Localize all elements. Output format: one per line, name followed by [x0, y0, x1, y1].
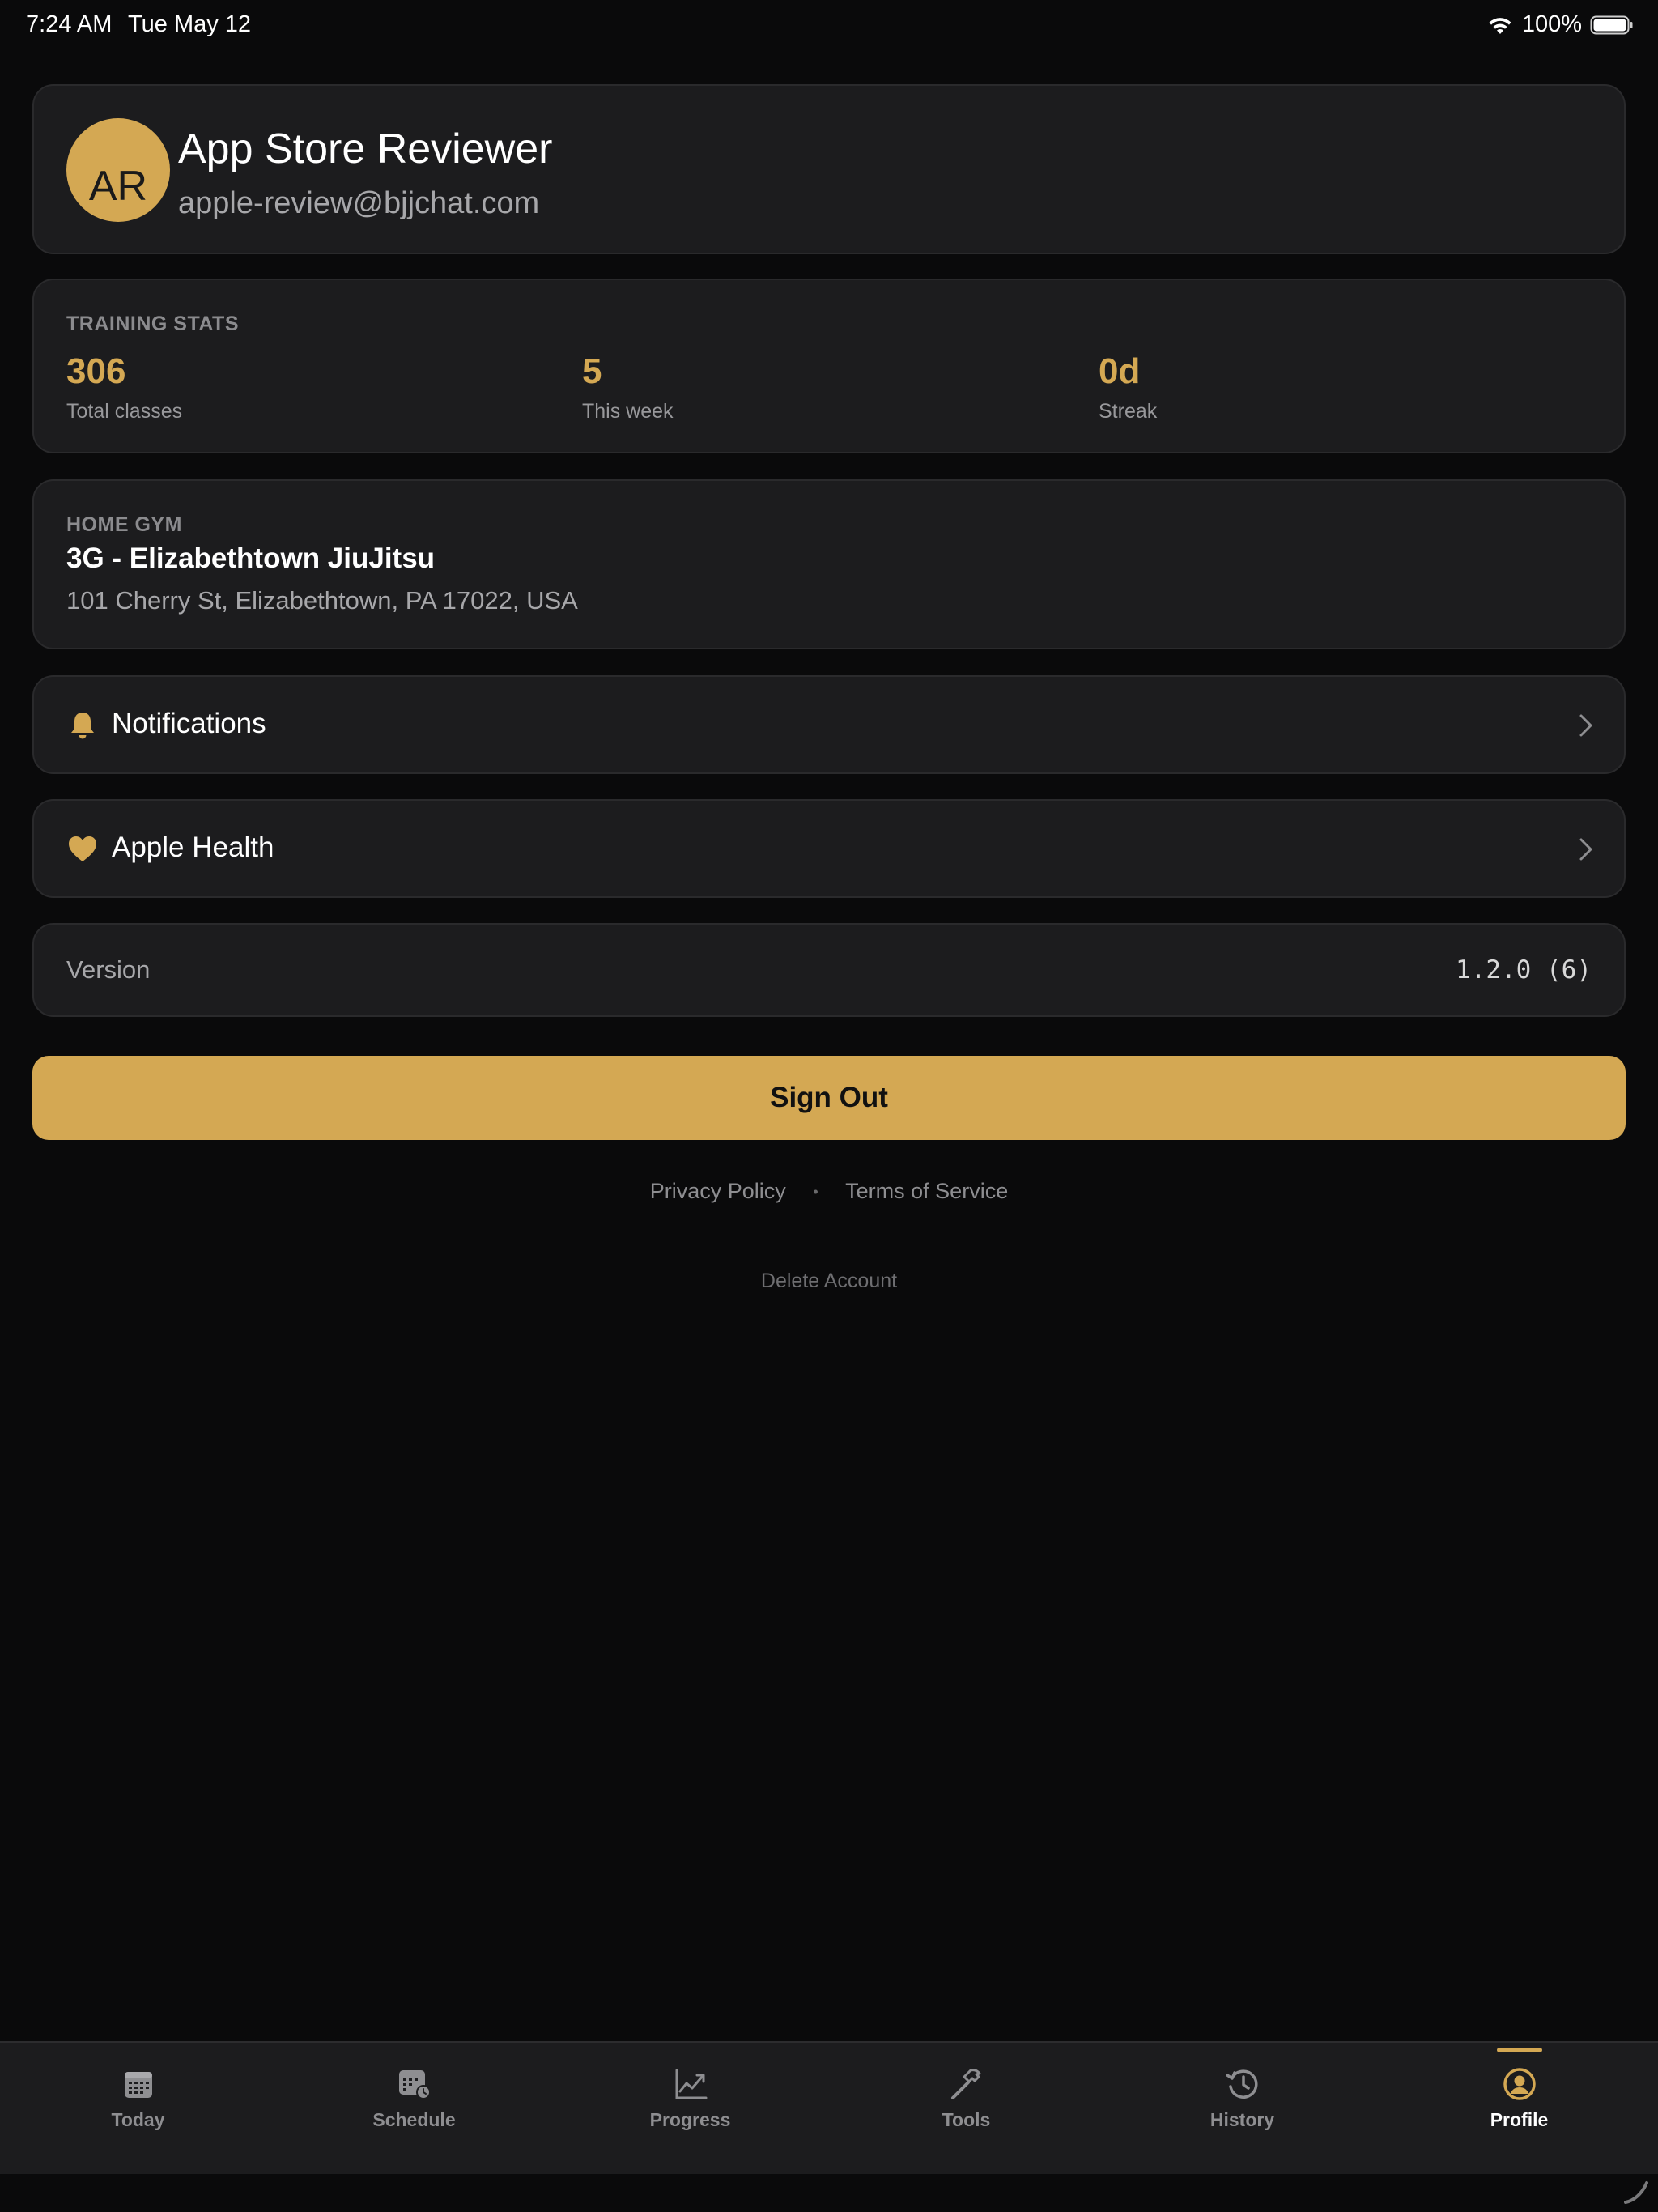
gym-name: 3G - Elizabethtown JiuJitsu	[66, 542, 436, 574]
footer-separator: •	[813, 1184, 818, 1201]
heart-icon	[69, 836, 96, 861]
chart-icon	[675, 2069, 707, 2099]
wifi-icon	[1489, 17, 1511, 34]
version-label: Version	[66, 955, 151, 984]
bell-icon	[71, 713, 94, 739]
tab-bar: Today Schedule Progress Tools History Pr…	[0, 2041, 1658, 2174]
tab-profile[interactable]: Profile	[1381, 2043, 1657, 2176]
status-time: 7:24 AM	[26, 11, 113, 37]
tab-label: Today	[111, 2109, 165, 2130]
tab-history[interactable]: History	[1104, 2043, 1380, 2176]
tab-label: Profile	[1490, 2109, 1549, 2130]
chevron-right-icon	[1579, 714, 1592, 737]
version-card: Version 1.2.0 (6)	[32, 923, 1626, 1017]
training-stats-card: TRAINING STATS 306 Total classes 5 This …	[32, 279, 1626, 453]
sign-out-button[interactable]: Sign Out	[32, 1056, 1626, 1140]
hammer-icon	[950, 2069, 980, 2099]
stat-this-week: 5 This week	[582, 351, 674, 423]
home-gym-card: HOME GYM 3G - Elizabethtown JiuJitsu 101…	[32, 479, 1626, 649]
status-bar: 7:24 AM Tue May 12 100%	[0, 0, 1658, 52]
battery-icon	[1590, 15, 1633, 34]
status-indicators: 100%	[1486, 11, 1634, 38]
apple-health-row[interactable]: Apple Health	[32, 799, 1626, 898]
schedule-icon	[398, 2070, 431, 2099]
version-value: 1.2.0 (6)	[1456, 955, 1592, 985]
profile-icon	[1503, 2068, 1536, 2100]
tab-label: History	[1209, 2109, 1275, 2130]
delete-account-link[interactable]: Delete Account	[0, 1270, 1658, 1293]
tab-label: Progress	[649, 2109, 731, 2130]
gym-address: 101 Cherry St, Elizabethtown, PA 17022, …	[66, 586, 578, 615]
terms-of-service-link[interactable]: Terms of Service	[845, 1179, 1008, 1204]
active-tab-indicator	[1496, 2048, 1542, 2052]
notifications-label: Notifications	[112, 708, 266, 739]
stat-value: 5	[582, 351, 602, 391]
tab-schedule[interactable]: Schedule	[276, 2043, 552, 2176]
battery-percent: 100%	[1521, 11, 1582, 37]
tab-progress[interactable]: Progress	[552, 2043, 828, 2176]
stat-total-classes: 306 Total classes	[66, 351, 182, 423]
tab-label: Tools	[942, 2109, 991, 2130]
home-indicator-area	[0, 2174, 1658, 2212]
stat-value: 306	[66, 351, 126, 391]
stat-label: This week	[582, 400, 674, 423]
tab-today[interactable]: Today	[0, 2043, 276, 2176]
profile-card: AR App Store Reviewer apple-review@bjjch…	[32, 84, 1626, 254]
avatar: AR	[66, 118, 170, 222]
stat-label: Total classes	[66, 400, 183, 423]
privacy-policy-link[interactable]: Privacy Policy	[650, 1179, 786, 1204]
history-icon	[1225, 2069, 1257, 2099]
stat-streak: 0d Streak	[1099, 351, 1157, 423]
stat-value: 0d	[1099, 351, 1141, 391]
chevron-right-icon	[1579, 838, 1592, 861]
resize-handle-icon	[1624, 2181, 1648, 2204]
training-stats-label: TRAINING STATS	[66, 313, 240, 335]
home-gym-label: HOME GYM	[66, 513, 182, 536]
tab-label: Schedule	[372, 2109, 456, 2130]
profile-screen: 7:24 AM Tue May 12 100% AR App Store Rev…	[0, 0, 1658, 2212]
notifications-row[interactable]: Notifications	[32, 675, 1626, 774]
stat-label: Streak	[1099, 400, 1158, 423]
profile-email: apple-review@bjjchat.com	[178, 186, 540, 220]
calendar-icon	[124, 2072, 152, 2098]
footer-links: Privacy Policy • Terms of Service	[0, 1179, 1658, 1204]
profile-name: App Store Reviewer	[178, 125, 553, 172]
tab-tools[interactable]: Tools	[828, 2043, 1104, 2176]
status-date: Tue May 12	[128, 11, 252, 37]
apple-health-label: Apple Health	[112, 832, 274, 863]
